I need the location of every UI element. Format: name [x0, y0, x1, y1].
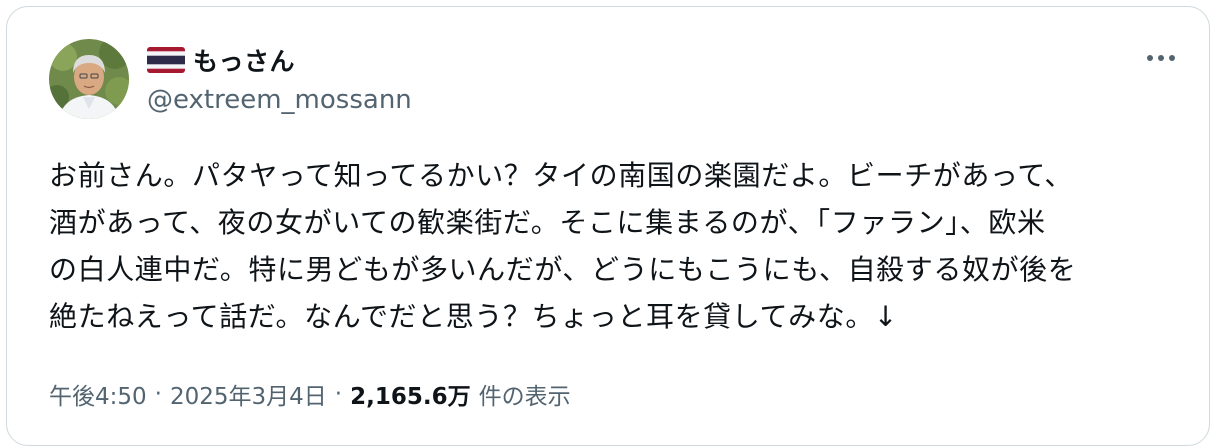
tweet-date[interactable]: 2025年3月4日 [170, 377, 327, 411]
display-name[interactable]: もっさん [193, 42, 295, 78]
meta-separator: · [334, 381, 343, 407]
views-label: 件の表示 [478, 384, 571, 410]
meta-separator: · [154, 381, 162, 407]
tweet-meta: 午後4:50 · 2025年3月4日 · 2,165.6万 件の表示 [49, 377, 571, 411]
user-handle[interactable]: @extreem_mossann [147, 85, 412, 115]
more-options-icon[interactable] [1139, 45, 1183, 71]
tweet-text-line: の白人連中だ。特に男どもが多いんだが、どうにもこうにも、自殺する奴が後を [49, 253, 1077, 286]
thailand-flag-icon [147, 47, 185, 73]
avatar[interactable] [49, 39, 129, 119]
tweet-time[interactable]: 午後4:50 [49, 377, 147, 411]
tweet-text-line: お前さん。パタヤって知ってるかい？タイの南国の楽園だよ。ビーチがあって、 [49, 159, 1074, 192]
name-row: もっさん [147, 42, 295, 78]
tweet-text-line: 絶たねえって話だ。なんでだと思う？ちょっと耳を貸してみな。↓ [49, 300, 898, 333]
tweet-card[interactable]: もっさん @extreem_mossann お前さん。パタヤって知ってるかい？タ… [6, 6, 1210, 446]
views-count: 2,165.6万 [350, 384, 471, 410]
tweet-text-line: 酒があって、夜の女がいての歓楽街だ。そこに集まるのが、「ファラン」、欧米 [49, 206, 1046, 239]
tweet-text: お前さん。パタヤって知ってるかい？タイの南国の楽園だよ。ビーチがあって、 酒があ… [49, 152, 1189, 340]
